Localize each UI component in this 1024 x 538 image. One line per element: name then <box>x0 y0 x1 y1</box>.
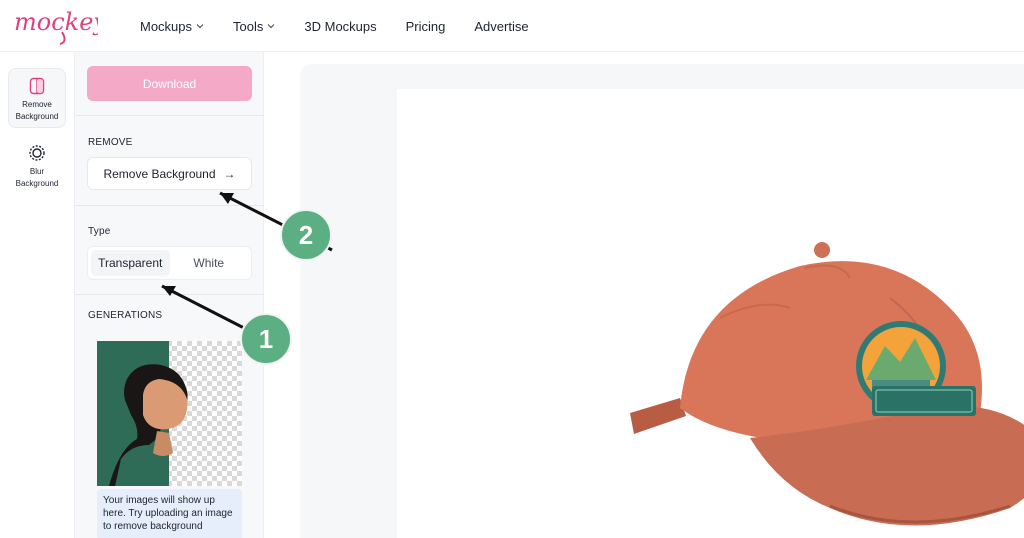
canvas-area <box>264 52 1024 538</box>
rail-label-remove-line2: Background <box>15 112 59 121</box>
canvas-frame <box>300 64 1024 538</box>
settings-panel: Download REMOVE Remove Background → Type… <box>75 52 264 538</box>
remove-background-icon <box>29 77 45 95</box>
rail-label-remove-line1: Remove <box>22 100 52 109</box>
remove-background-button[interactable]: Remove Background → <box>87 157 252 190</box>
nav-pricing-label: Pricing <box>405 18 446 34</box>
chevron-down-icon <box>267 24 275 29</box>
remove-section-label: REMOVE <box>88 137 133 148</box>
nav-advertise-label: Advertise <box>474 18 529 34</box>
top-navigation: mockey Mockups Tools 3D Mockups Pricing … <box>0 0 1024 52</box>
nav-pricing[interactable]: Pricing <box>406 19 446 34</box>
generations-info-text: Your images will show up here. Try uploa… <box>97 489 242 538</box>
cap-image <box>630 242 1024 526</box>
nav-3d-mockups-label: 3D Mockups <box>304 18 377 34</box>
divider <box>75 205 264 206</box>
blur-background-icon <box>29 145 45 161</box>
rail-item-blur-background[interactable]: Blur Background <box>8 136 66 196</box>
rail-item-remove-background[interactable]: Remove Background <box>8 68 66 128</box>
nav-tools[interactable]: Tools <box>233 19 275 34</box>
generations-section-label: GENERATIONS <box>88 310 163 321</box>
annotation-badge-2: 2 <box>280 209 332 261</box>
rail-label-blur-line2: Background <box>15 179 59 188</box>
rail-label-blur-line1: Blur <box>29 167 45 176</box>
type-section-label: Type <box>88 226 111 237</box>
nav-mockups-label: Mockups <box>140 18 193 34</box>
nav-3d-mockups[interactable]: 3D Mockups <box>304 19 376 34</box>
type-transparent-option[interactable]: Transparent <box>91 250 170 276</box>
divider <box>75 115 264 116</box>
chevron-down-icon <box>196 24 204 29</box>
generation-example-image[interactable] <box>97 341 242 486</box>
nav-advertise[interactable]: Advertise <box>474 19 528 34</box>
download-button[interactable]: Download <box>87 66 252 101</box>
nav-tools-label: Tools <box>233 18 264 34</box>
mockey-logo[interactable]: mockey <box>12 6 98 46</box>
logo-text: mockey <box>14 8 98 36</box>
annotation-badge-1: 1 <box>240 313 292 365</box>
type-toggle: Transparent White <box>87 246 252 280</box>
remove-background-label: Remove Background <box>103 166 216 181</box>
arrow-right-icon: → <box>223 166 236 181</box>
main-nav: Mockups Tools 3D Mockups Pricing Adverti… <box>140 0 558 52</box>
type-white-option[interactable]: White <box>170 250 249 276</box>
image-canvas[interactable] <box>397 89 1024 538</box>
nav-mockups[interactable]: Mockups <box>140 19 204 34</box>
divider <box>75 294 264 295</box>
tool-rail: Remove Background Blur Background <box>0 52 75 538</box>
